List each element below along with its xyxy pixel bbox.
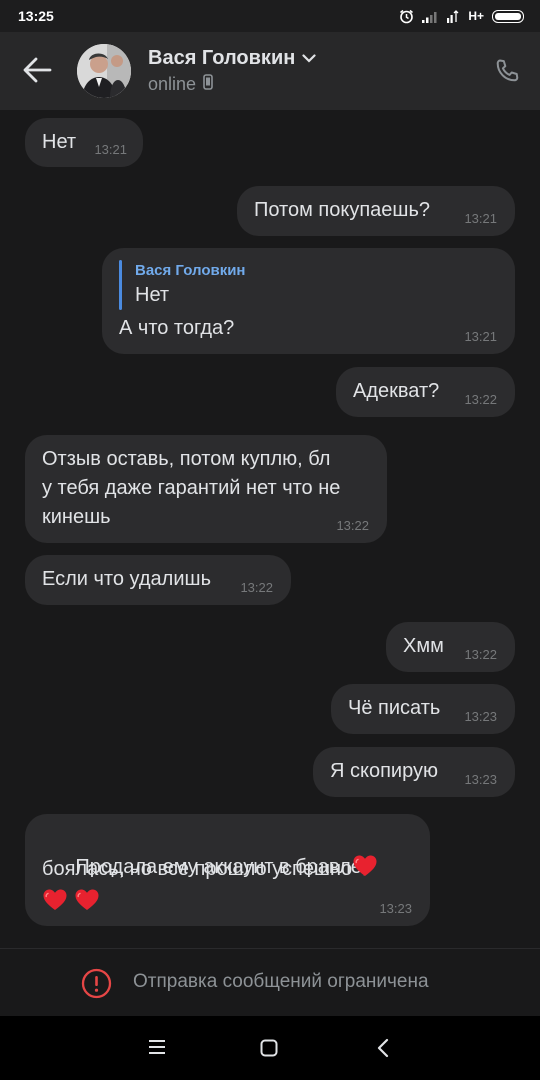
message-time: 13:22	[336, 518, 369, 533]
message-text-line: боялась, но все прошло успешно	[42, 854, 378, 887]
restriction-message: Отправка сообщений ограничена	[133, 971, 429, 992]
back-arrow-icon[interactable]	[22, 57, 52, 88]
heart-emoji-icon	[74, 888, 100, 917]
message-list[interactable]: Нет 13:21 Потом покупаешь? 13:21 Вася Го…	[0, 110, 540, 948]
home-icon[interactable]	[260, 1039, 278, 1062]
message-text: А что тогда?	[119, 317, 235, 339]
reply-author: Вася Головкин	[135, 262, 246, 279]
reply-quote-bar	[119, 260, 122, 310]
signal-secondary-icon	[447, 9, 460, 23]
nav-back-icon[interactable]	[376, 1038, 390, 1063]
message-incoming[interactable]: Отзыв оставь, потом куплю, бл у тебя даж…	[25, 435, 387, 543]
message-text: Я скопирую	[330, 760, 438, 782]
message-incoming[interactable]: Нет 13:21	[25, 118, 143, 167]
message-incoming[interactable]: Продала ему аккаунт в бравле, боялась, н…	[25, 814, 430, 926]
message-text: боялась, но все прошло успешно	[42, 858, 353, 880]
mobile-device-icon	[203, 74, 213, 95]
contact-name-row[interactable]: Вася Головкин	[148, 47, 316, 70]
chevron-down-icon	[302, 50, 316, 68]
alarm-icon	[399, 9, 414, 24]
chat-header: Вася Головкин online	[0, 32, 540, 110]
message-time: 13:23	[379, 901, 412, 916]
message-text: Если что удалишь	[42, 568, 211, 590]
warning-icon	[81, 968, 112, 1004]
message-time: 13:22	[464, 647, 497, 662]
message-outgoing[interactable]: Хмм 13:22	[386, 622, 515, 672]
message-outgoing-reply[interactable]: Вася Головкин Нет А что тогда? 13:21	[102, 248, 515, 354]
message-outgoing[interactable]: Чё писать 13:23	[331, 684, 515, 734]
message-time: 13:21	[94, 142, 127, 157]
signal-icon	[422, 10, 439, 23]
message-time: 13:22	[464, 392, 497, 407]
message-time: 13:21	[464, 211, 497, 226]
status-time: 13:25	[18, 8, 54, 24]
status-icons: H+	[399, 8, 524, 24]
message-text: Хмм	[403, 635, 444, 657]
contact-status-row: online	[148, 74, 213, 95]
message-text: Чё писать	[348, 697, 441, 719]
message-incoming[interactable]: Если что удалишь 13:22	[25, 555, 291, 605]
avatar[interactable]	[77, 44, 131, 98]
message-text: Потом покупаешь?	[254, 199, 431, 221]
message-text: Отзыв оставь, потом куплю, бл у тебя даж…	[42, 448, 341, 528]
menu-icon[interactable]	[148, 1039, 166, 1060]
system-navigation-bar	[0, 1016, 540, 1080]
status-bar: 13:25 H+	[0, 0, 540, 32]
message-outgoing[interactable]: Адекват? 13:22	[336, 367, 515, 417]
battery-icon	[492, 9, 524, 23]
message-time: 13:23	[464, 772, 497, 787]
message-time: 13:22	[240, 580, 273, 595]
message-time: 13:21	[464, 329, 497, 344]
message-text: Адекват?	[353, 380, 440, 402]
contact-name: Вася Головкин	[148, 47, 296, 69]
message-text: Нет	[42, 131, 77, 153]
message-outgoing[interactable]: Потом покупаешь? 13:21	[237, 186, 515, 236]
reply-text: Нет	[135, 284, 170, 306]
heart-emoji-icon	[352, 854, 378, 887]
contact-status: online	[148, 74, 197, 94]
restriction-bar: Отправка сообщений ограничена	[0, 948, 540, 1017]
message-outgoing[interactable]: Я скопирую 13:23	[313, 747, 515, 797]
heart-emoji-icon	[42, 888, 68, 917]
phone-call-icon[interactable]	[494, 58, 520, 89]
network-type-label: H+	[468, 9, 484, 23]
emoji-row	[42, 888, 100, 917]
message-time: 13:23	[464, 709, 497, 724]
